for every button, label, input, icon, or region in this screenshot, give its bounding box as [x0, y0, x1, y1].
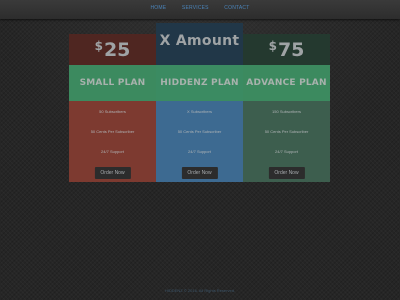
feature-support: 24/7 Support [101, 149, 124, 154]
pricing-card-advance: $ 75 ADVANCE PLAN 150 Subscribers 50 Cen… [243, 34, 330, 182]
order-now-button[interactable]: Order Now [181, 167, 218, 179]
pricing-card-small: $ 25 SMALL PLAN 50 Subscribers 50 Cents … [69, 34, 156, 182]
currency-symbol: $ [94, 39, 103, 53]
main-nav: HOME SERVICES CONTACT [0, 5, 400, 11]
price-value: 75 [277, 38, 305, 61]
order-now-button[interactable]: Order Now [94, 167, 131, 179]
nav-services-link[interactable]: SERVICES [182, 5, 209, 11]
currency-symbol: $ [268, 39, 277, 53]
feature-subscribers: 150 Subscribers [272, 109, 301, 114]
price-value: X Amount [159, 33, 240, 49]
feature-subscribers: X Subscribers [187, 109, 212, 114]
plan-features: X Subscribers 50 Cents Per Subscriber 24… [156, 101, 243, 182]
plan-name: HIDDENZ PLAN [156, 65, 243, 101]
price-header: X Amount [156, 23, 243, 65]
feature-cost: 50 Cents Per Subscriber [177, 129, 222, 134]
feature-support: 24/7 Support [275, 149, 298, 154]
feature-cost: 50 Cents Per Subscriber [264, 129, 309, 134]
plan-features: 150 Subscribers 50 Cents Per Subscriber … [243, 101, 330, 182]
nav-contact-link[interactable]: CONTACT [224, 5, 249, 11]
order-now-button[interactable]: Order Now [268, 167, 305, 179]
price-header: $ 75 [243, 34, 330, 65]
feature-subscribers: 50 Subscribers [99, 109, 126, 114]
plan-name: ADVANCE PLAN [243, 65, 330, 101]
footer-copyright: HIDDENZ © 2016. All Rights Reserved. [164, 288, 236, 293]
feature-cost: 50 Cents Per Subscriber [90, 129, 135, 134]
plan-name: SMALL PLAN [69, 65, 156, 101]
nav-home-link[interactable]: HOME [151, 5, 167, 11]
price-value: 25 [103, 38, 131, 61]
feature-support: 24/7 Support [188, 149, 211, 154]
pricing-card-hiddenz: X Amount HIDDENZ PLAN X Subscribers 50 C… [156, 23, 243, 182]
price-header: $ 25 [69, 34, 156, 65]
plan-features: 50 Subscribers 50 Cents Per Subscriber 2… [69, 101, 156, 182]
